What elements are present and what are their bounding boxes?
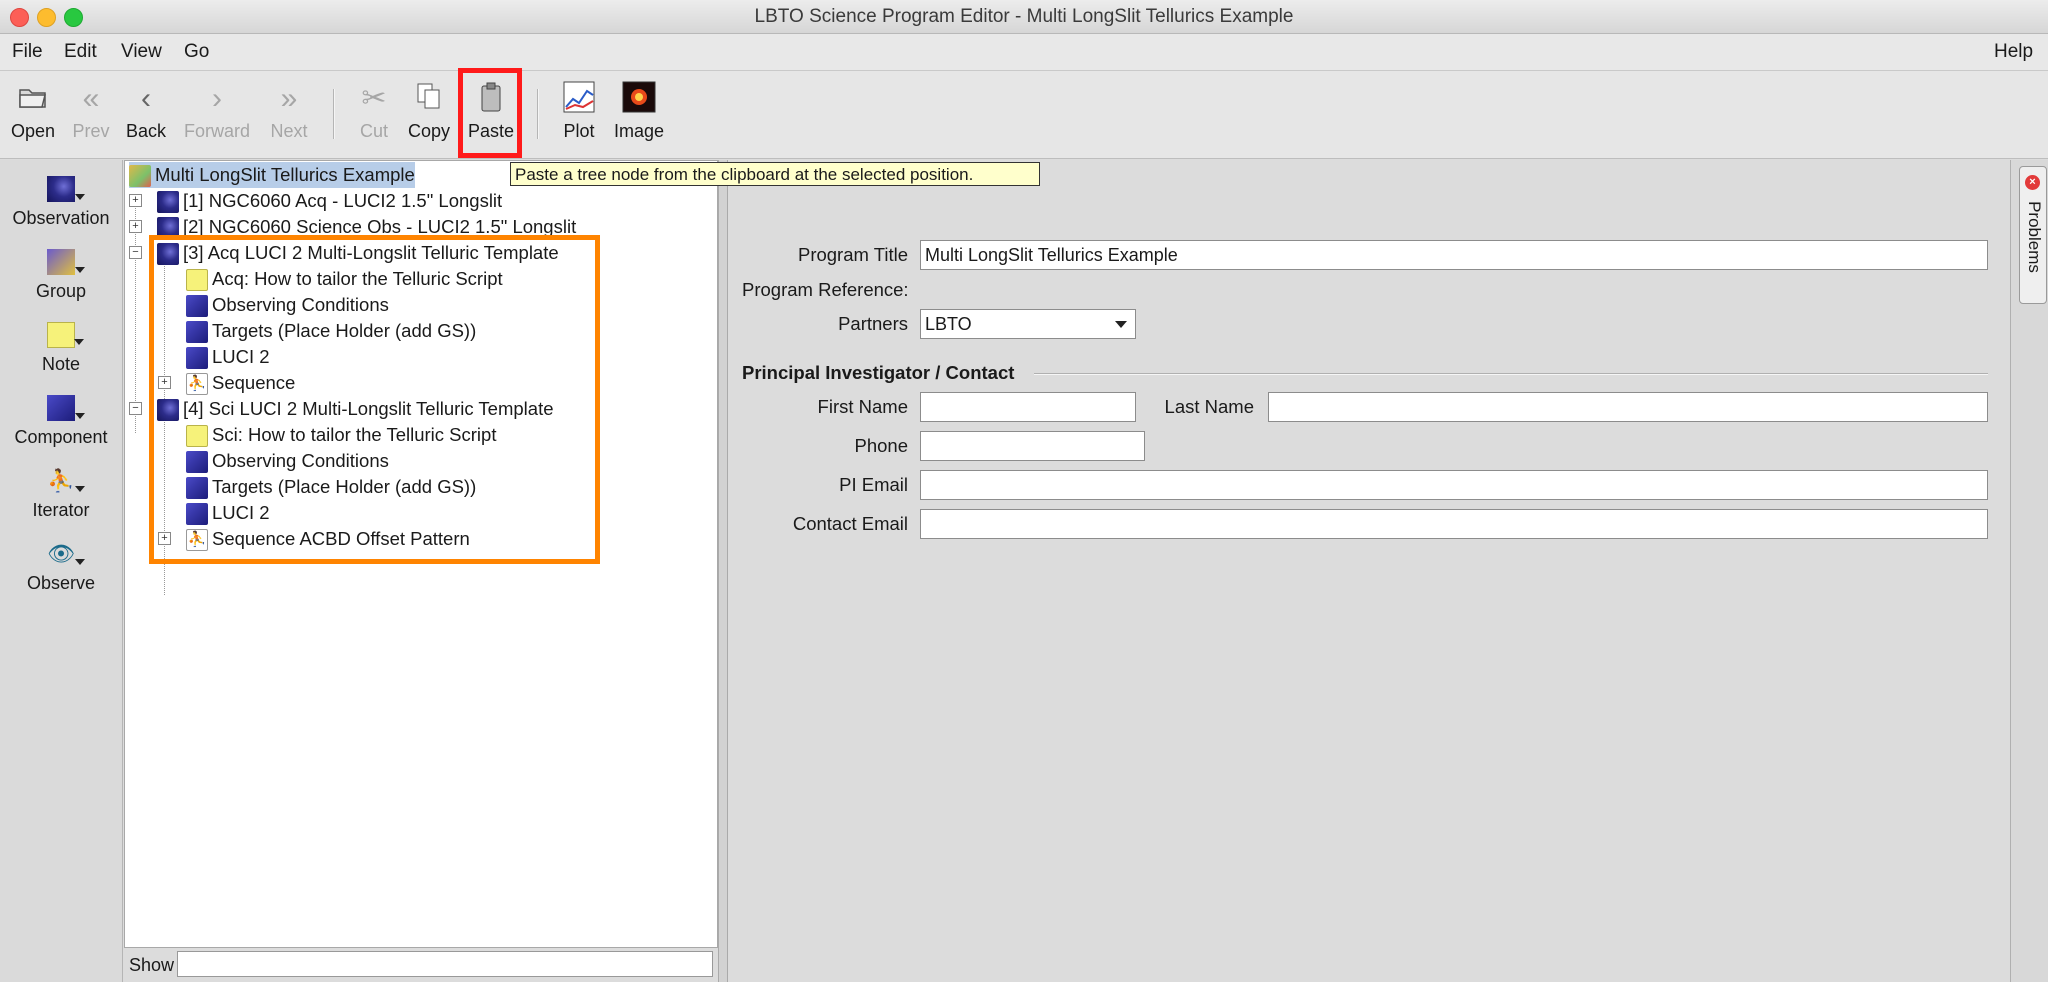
note-palette-button[interactable]: Note: [0, 322, 122, 375]
menu-edit[interactable]: Edit: [64, 41, 97, 63]
eye-icon: 👁: [47, 541, 85, 566]
iterator-icon: ⛹: [47, 468, 85, 493]
program-title-label: Program Title: [797, 244, 908, 265]
plot-icon: [558, 81, 600, 117]
last-name-label: Last Name: [1164, 396, 1254, 417]
collapse-icon[interactable]: −: [129, 246, 142, 259]
partners-label: Partners: [838, 313, 908, 334]
phone-label: Phone: [854, 435, 909, 456]
section-divider: [1034, 373, 1988, 375]
chevron-left-icon: ‹: [141, 82, 151, 115]
pi-email-label: PI Email: [839, 474, 908, 495]
next-button[interactable]: » Next: [266, 81, 312, 151]
component-icon: [47, 395, 85, 421]
first-name-label: First Name: [817, 396, 908, 417]
note-icon: [47, 322, 84, 348]
menu-view[interactable]: View: [121, 41, 162, 63]
contact-email-label: Contact Email: [792, 513, 908, 534]
prev-button[interactable]: « Prev: [70, 81, 112, 151]
contact-email-input[interactable]: [920, 509, 1988, 539]
expand-icon[interactable]: +: [129, 220, 142, 233]
observe-palette-button[interactable]: 👁 Observe: [0, 541, 122, 594]
copy-button[interactable]: Copy: [406, 81, 452, 151]
observation-icon: [47, 176, 85, 202]
group-icon: [47, 249, 85, 275]
paste-tooltip: Paste a tree node from the clipboard at …: [510, 162, 1040, 186]
copy-icon: [406, 81, 452, 117]
toolbar-separator: [333, 89, 335, 139]
program-icon: [129, 165, 151, 188]
back-button[interactable]: ‹ Back: [124, 81, 168, 151]
plot-button[interactable]: Plot: [558, 81, 600, 151]
cut-button[interactable]: ✂ Cut: [354, 81, 394, 151]
menu-go[interactable]: Go: [184, 41, 209, 63]
menu-file[interactable]: File: [12, 41, 43, 63]
component-palette-button[interactable]: Component: [0, 395, 122, 448]
tree-node-obs-1[interactable]: [1] NGC6060 Acq - LUCI2 1.5" Longslit: [157, 188, 502, 214]
group-palette-button[interactable]: Group: [0, 249, 122, 302]
paste-highlight-box: [458, 68, 522, 158]
last-name-input[interactable]: [1268, 392, 1988, 422]
double-chevron-right-icon: »: [280, 82, 298, 115]
expand-icon[interactable]: +: [129, 194, 142, 207]
component-palette: Observation Group Note Component ⛹ Itera…: [0, 160, 123, 982]
menu-help[interactable]: Help: [1994, 41, 2033, 63]
program-title-input[interactable]: Multi LongSlit Tellurics Example: [920, 240, 1988, 270]
menu-bar: File Edit View Go Help: [0, 34, 2048, 71]
first-name-input[interactable]: [920, 392, 1136, 422]
toolbar-separator: [537, 89, 539, 139]
window-title: LBTO Science Program Editor - Multi Long…: [754, 6, 1294, 27]
error-icon: ×: [2025, 175, 2040, 190]
tree-node-root[interactable]: Multi LongSlit Tellurics Example: [129, 162, 415, 188]
title-bar: LBTO Science Program Editor - Multi Long…: [0, 0, 2048, 34]
image-icon: [610, 81, 668, 117]
show-filter-bar: Show: [124, 948, 718, 982]
toolbar: Open « Prev ‹ Back › Forward » Next ✂ Cu…: [0, 71, 2048, 159]
show-label: Show: [129, 955, 175, 975]
split-pane-divider[interactable]: [718, 160, 728, 982]
folder-icon: [8, 81, 58, 117]
pi-section-title: Principal Investigator / Contact: [742, 362, 1015, 383]
program-reference-label: Program Reference:: [742, 279, 909, 300]
observation-palette-button[interactable]: Observation: [0, 176, 122, 229]
right-side-strip: × Problems: [2010, 160, 2048, 982]
forward-button[interactable]: › Forward: [182, 81, 252, 151]
partners-select[interactable]: LBTO: [920, 309, 1136, 339]
chevron-right-icon: ›: [212, 82, 222, 115]
observation-icon: [157, 191, 179, 214]
collapse-icon[interactable]: −: [129, 402, 142, 415]
double-chevron-left-icon: «: [82, 82, 100, 115]
pi-email-input[interactable]: [920, 470, 1988, 500]
iterator-palette-button[interactable]: ⛹ Iterator: [0, 468, 122, 521]
program-form: Program Title Multi LongSlit Tellurics E…: [728, 160, 2008, 982]
image-button[interactable]: Image: [610, 81, 668, 151]
scissors-icon: ✂: [361, 82, 387, 115]
problems-tab[interactable]: × Problems: [2019, 166, 2047, 304]
show-filter-input[interactable]: [177, 951, 713, 977]
phone-input[interactable]: [920, 431, 1145, 461]
open-button[interactable]: Open: [8, 81, 58, 151]
template-highlight-box: [149, 235, 600, 564]
